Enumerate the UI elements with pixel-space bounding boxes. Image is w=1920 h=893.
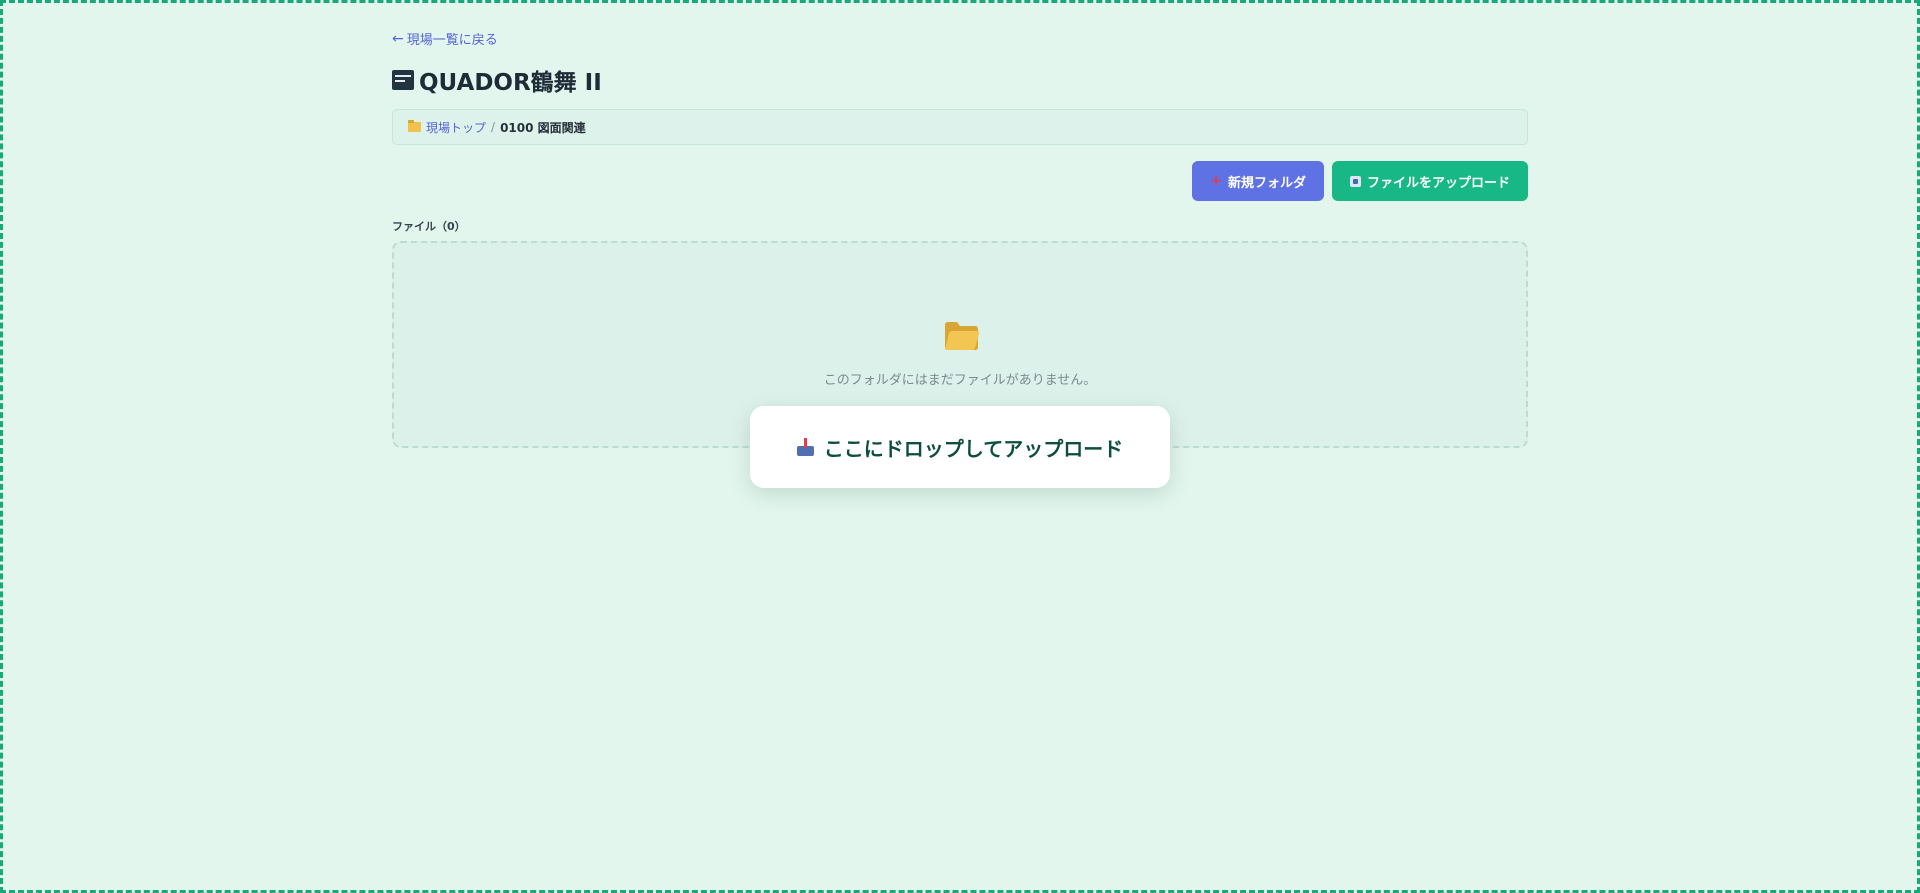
upload-file-button[interactable]: ファイルをアップロード [1331, 161, 1528, 201]
breadcrumb-root-link[interactable]: 現場トップ [426, 119, 486, 136]
page-title: QUADOR鶴舞 II [392, 63, 602, 97]
back-arrow-icon: ← [392, 30, 404, 47]
empty-folder-message: このフォルダにはまだファイルがありません。 [823, 373, 1097, 388]
files-heading: ファイル（0） [392, 220, 466, 233]
plus-icon: + [1210, 173, 1222, 189]
folder-icon [408, 120, 421, 132]
cash-register-icon [392, 70, 414, 90]
open-folder-icon [945, 322, 980, 350]
back-link-label: 現場一覧に戻る [406, 33, 498, 48]
back-to-sites-link[interactable]: ← 現場一覧に戻る [392, 29, 498, 49]
drop-upload-label: ここにドロップしてアップロード [823, 436, 1124, 461]
breadcrumb-separator: / [491, 120, 496, 134]
page-title-text: QUADOR鶴舞 II [419, 70, 602, 96]
inbox-tray-icon [796, 438, 814, 456]
toolbar: + 新規フォルダ ファイルをアップロード [1192, 161, 1528, 201]
upload-file-label: ファイルをアップロード [1366, 175, 1510, 191]
new-folder-label: 新規フォルダ [1227, 175, 1306, 191]
new-folder-button[interactable]: + 新規フォルダ [1192, 161, 1324, 201]
breadcrumb-current: 0100 図面関連 [500, 120, 586, 135]
drop-upload-overlay: ここにドロップしてアップロード [750, 406, 1170, 488]
breadcrumb: 現場トップ / 0100 図面関連 [392, 109, 1528, 145]
upload-icon [1349, 175, 1361, 187]
